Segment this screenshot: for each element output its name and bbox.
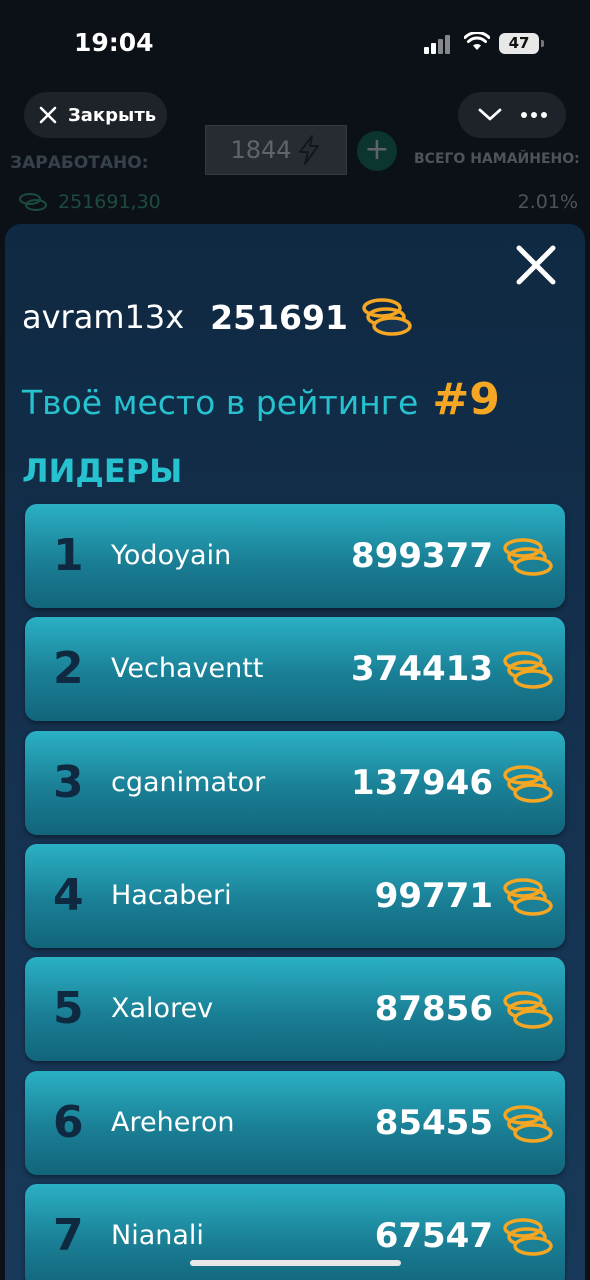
background-app-content: ЗАРАБОТАНО: 1844 + ВСЕГО НАМАЙНЕНО: 2516… <box>0 125 590 225</box>
leader-name: Areheron <box>111 1106 235 1138</box>
rank-value: #9 <box>432 374 500 425</box>
energy-counter: 1844 <box>205 125 347 175</box>
wifi-icon <box>464 32 490 50</box>
close-icon <box>39 106 57 124</box>
home-indicator <box>190 1260 401 1266</box>
user-rank: Твоё место в рейтинге #9 <box>22 374 500 425</box>
chevron-down-icon[interactable] <box>477 107 503 123</box>
username: avram13x <box>22 298 185 336</box>
status-time: 19:04 <box>74 28 154 57</box>
leader-row[interactable]: 1 Yodoyain 899377 <box>25 504 565 608</box>
lightning-icon <box>298 135 319 165</box>
leader-name: Vechaventt <box>111 653 264 685</box>
leader-name: Hacaberi <box>111 879 232 911</box>
leader-score: 137946 <box>351 762 493 803</box>
leader-score: 67547 <box>374 1215 493 1256</box>
leaders-title: ЛИДЕРЫ <box>22 452 183 490</box>
leader-score: 99771 <box>374 875 493 916</box>
mined-value: 2.01% <box>517 191 578 213</box>
leader-row[interactable]: 6 Areheron 85455 <box>25 1070 565 1175</box>
cellular-signal-icon <box>424 34 454 54</box>
leader-score: 374413 <box>351 649 493 690</box>
coins-icon <box>503 651 553 690</box>
rank-label: Твоё место в рейтинге <box>22 383 419 422</box>
leader-rank: 2 <box>53 643 84 695</box>
coins-icon <box>503 538 553 576</box>
energy-value: 1844 <box>230 136 292 164</box>
leader-row[interactable]: 2 Vechaventt 374413 <box>25 617 565 722</box>
leader-score: 899377 <box>351 536 493 576</box>
close-icon[interactable] <box>513 242 559 288</box>
battery-indicator: 47 <box>499 33 544 54</box>
leader-score: 85455 <box>374 1102 493 1143</box>
add-energy-button[interactable]: + <box>357 131 397 171</box>
coins-icon <box>19 193 47 211</box>
user-score: 251691 <box>210 297 348 337</box>
coins-icon <box>503 1104 553 1143</box>
leader-name: Xalorev <box>111 993 214 1025</box>
earned-value: 251691,30 <box>58 191 161 213</box>
leader-name: cganimator <box>111 766 266 798</box>
mined-label: ВСЕГО НАМАЙНЕНО: <box>414 151 580 167</box>
coins-icon <box>503 991 553 1029</box>
current-user-summary: avram13x 251691 <box>22 296 416 338</box>
coins-icon <box>362 298 412 336</box>
status-bar: 19:04 47 <box>0 0 590 90</box>
leader-row[interactable]: 3 cganimator 137946 <box>25 730 565 835</box>
leader-score: 87856 <box>374 989 493 1030</box>
leaderboard-modal: avram13x 251691 Твоё место в рейтинге #9… <box>5 224 585 1280</box>
coins-icon <box>503 1218 553 1256</box>
coins-icon <box>503 878 553 916</box>
leader-name: Nianali <box>111 1219 204 1251</box>
leader-name: Yodoyain <box>111 540 232 571</box>
leader-rank: 4 <box>53 869 84 921</box>
more-options-icon[interactable] <box>520 111 548 119</box>
coins-icon <box>503 764 553 803</box>
leader-rank: 7 <box>53 1209 84 1261</box>
leader-rank: 6 <box>53 1096 84 1148</box>
earned-label: ЗАРАБОТАНО: <box>10 153 149 173</box>
close-app-label: Закрыть <box>68 104 157 126</box>
leader-row[interactable]: 4 Hacaberi 99771 <box>25 843 565 948</box>
leader-rank: 5 <box>53 983 84 1035</box>
leader-rank: 1 <box>53 530 84 581</box>
leader-rank: 3 <box>53 756 84 808</box>
leader-row[interactable]: 5 Xalorev 87856 <box>25 957 565 1062</box>
